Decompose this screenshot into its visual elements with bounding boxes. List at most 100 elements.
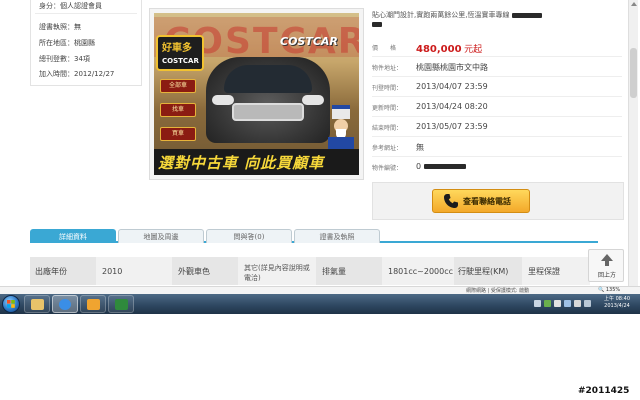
tab-details[interactable]: 詳細資料 <box>30 229 116 243</box>
redacted-mark <box>423 164 466 169</box>
volume-icon[interactable] <box>574 300 581 307</box>
spec-displacement-label: 排氣量 <box>316 257 382 287</box>
back-to-top-label: 回上方 <box>597 272 616 279</box>
posted-label: 刊登時間： <box>372 85 403 92</box>
detail-row-ends: 結束時間： 2013/05/07 23:59 <box>372 118 622 137</box>
reference-label: 參考網址： <box>372 145 403 152</box>
price-label: 價 格 <box>372 45 397 52</box>
arrow-up-icon <box>601 254 613 261</box>
folder-icon <box>31 299 44 310</box>
detail-tabs: 詳細資料 地圖及周邊 問與答(0) 證書及執照 <box>30 229 598 243</box>
photo-side-button-1: 全部車 <box>160 79 196 93</box>
image-watermark: #2011425 <box>578 386 630 396</box>
car-headlight-left <box>212 95 234 105</box>
logo-bottom-text: COSTCAR <box>162 57 199 65</box>
photo-slogan: 選對中古車 向此買顧車 <box>158 154 325 172</box>
vertical-scrollbar[interactable] <box>628 0 638 292</box>
photo-banner-text: COSTCAR <box>280 35 338 48</box>
seller-info-panel: 身分：個人認證會員 證書執照：無 所在地區：桃園縣 總刊登數：34項 加入時間：… <box>30 0 142 86</box>
detail-row-reference: 參考網址： 無 <box>372 138 622 157</box>
scroll-up-arrow-icon[interactable] <box>631 2 637 6</box>
windows-logo-icon <box>7 300 15 308</box>
detail-row-updated: 更新時間： 2013/04/24 08:20 <box>372 98 622 117</box>
listing-id-value-group: 0 <box>416 162 466 171</box>
taskbar-explorer[interactable] <box>24 295 50 313</box>
display-icon[interactable] <box>564 300 571 307</box>
language-icon[interactable] <box>534 300 541 307</box>
reference-value: 無 <box>416 143 424 152</box>
car-headlight-right <box>302 95 324 105</box>
price-value-group: 480,000 元起 <box>416 42 482 55</box>
car-grill <box>232 103 304 121</box>
car-photo[interactable]: COSTCAR COSTCAR 好車多 COSTCAR 全部車 找車 買車 選對… <box>154 13 359 175</box>
spec-table-row: 出廠年份 2010 外觀車色 其它(詳見內容說明或電洽) 排氣量 1801cc~… <box>30 257 590 287</box>
logo-top-text: 好車多 <box>162 43 192 54</box>
spec-year-value: 2010 <box>102 267 123 276</box>
taskbar-internet-explorer[interactable] <box>52 295 78 313</box>
spec-year-label: 出廠年份 <box>30 257 96 287</box>
detail-row-price: 價 格 480,000 元起 <box>372 38 622 57</box>
photo-side-button-2: 找車 <box>160 103 196 117</box>
seller-identity: 身分：個人認證會員 <box>39 2 102 10</box>
redacted-mark <box>372 21 382 27</box>
view-phone-label: 查看聯絡電話 <box>463 197 511 206</box>
location-label: 物件地址： <box>372 65 403 72</box>
spec-color-label: 外觀車色 <box>172 257 238 287</box>
costcar-logo: 好車多 COSTCAR <box>156 35 204 71</box>
contact-box: 查看聯絡電話 <box>372 182 624 220</box>
tab-certificates[interactable]: 證書及執照 <box>294 229 380 243</box>
phone-icon <box>444 194 458 208</box>
seller-listing-count: 總刊登數：34項 <box>39 55 90 63</box>
listing-title: 貼心潮門設計,實跑兩萬餘公里,恆溫實車專線 <box>372 10 620 28</box>
start-button[interactable] <box>2 295 20 313</box>
taskbar-clock[interactable]: 上午 08:40 2013/4/24 <box>598 296 636 310</box>
ends-label: 結束時間： <box>372 125 403 132</box>
spec-mileage-label: 行駛里程(KM) <box>454 257 522 287</box>
photo-side-button-3: 買車 <box>160 127 196 141</box>
taskbar-excel[interactable] <box>108 295 134 313</box>
media-icon <box>87 299 100 310</box>
zoom-level-value: 135% <box>605 287 621 293</box>
car-windshield <box>224 65 312 93</box>
security-zone-text: 網際網路 | 受保護模式: 啟動 <box>466 288 530 294</box>
taskbar-media[interactable] <box>80 295 106 313</box>
zoom-level[interactable]: 🔍 135% <box>598 287 620 293</box>
network-icon[interactable] <box>544 300 551 307</box>
tab-qa[interactable]: 問與答(0) <box>206 229 292 243</box>
car-image <box>206 57 330 143</box>
windows-taskbar: 上午 08:40 2013/4/24 <box>0 294 640 314</box>
clock-date: 2013/4/24 <box>604 303 630 309</box>
spec-color-value: 其它(詳見內容說明或電洽) <box>244 264 310 282</box>
seller-region-label: 所在地區： <box>39 39 74 47</box>
blank-area <box>0 314 640 400</box>
divider <box>35 13 137 14</box>
internet-explorer-icon <box>59 299 71 310</box>
detail-row-posted: 刊登時間： 2013/04/07 23:59 <box>372 78 622 97</box>
detail-row-location: 物件地址： 桃園縣桃園市文中路 <box>372 58 622 77</box>
spec-mileage-value: 里程保證 <box>528 267 560 276</box>
tab-map[interactable]: 地圖及周邊 <box>118 229 204 243</box>
scrollbar-thumb[interactable] <box>630 48 637 98</box>
browser-status-bar: 網際網路 | 受保護模式: 啟動 🔍 135% <box>0 286 640 294</box>
listing-title-text: 貼心潮門設計,實跑兩萬餘公里,恆溫實車專線 <box>372 11 510 19</box>
seller-region: 所在地區：桃園縣 <box>39 38 95 48</box>
photo-slogan-strip: 選對中古車 向此買顧車 <box>154 149 359 175</box>
price-value: 480,000 <box>416 44 462 55</box>
seller-certificate: 證書執照：無 <box>39 23 81 31</box>
flag-icon[interactable] <box>554 300 561 307</box>
ends-value: 2013/05/07 23:59 <box>416 122 488 131</box>
posted-value: 2013/04/07 23:59 <box>416 82 488 91</box>
car-photo-frame: COSTCAR COSTCAR 好車多 COSTCAR 全部車 找車 買車 選對… <box>149 8 364 180</box>
view-phone-button[interactable]: 查看聯絡電話 <box>432 189 530 213</box>
updated-value: 2013/04/24 08:20 <box>416 102 488 111</box>
back-to-top-button[interactable]: 回上方 <box>588 249 624 282</box>
excel-icon <box>115 299 128 310</box>
redacted-mark <box>511 12 542 18</box>
tray-extra-icon[interactable] <box>584 300 591 307</box>
browser-viewport: 身分：個人認證會員 證書執照：無 所在地區：桃園縣 總刊登數：34項 加入時間：… <box>0 0 640 314</box>
price-unit: 元起 <box>464 45 483 55</box>
seller-region-value: 桃園縣 <box>74 39 95 47</box>
spec-displacement-value: 1801cc~2000cc <box>388 267 454 276</box>
clock-time: 上午 08:40 <box>604 296 630 302</box>
detail-row-id: 物件編號： 0 <box>372 158 622 177</box>
